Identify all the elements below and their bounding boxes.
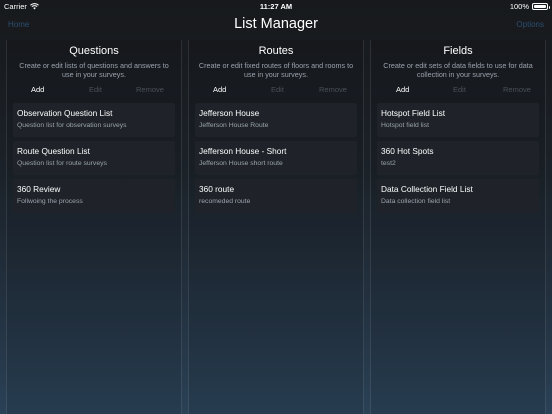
list-item[interactable]: Jefferson House Jefferson House Route [195,103,357,137]
panel-actions: Add Edit Remove [189,85,363,95]
list-item-title: Route Question List [17,146,90,156]
panel-actions: Add Edit Remove [371,85,545,95]
list-item-title: Jefferson House [199,108,260,118]
battery-fill [534,5,546,8]
status-bar: Carrier 11:27 AM 100% [0,0,552,12]
edit-button[interactable]: Edit [89,85,102,94]
panel-description: Create or edit sets of data fields to us… [383,61,533,79]
list-item[interactable]: Jefferson House - Short Jefferson House … [195,141,357,175]
route-list: Jefferson House Jefferson House Route Je… [195,103,357,217]
fields-panel: Fields Create or edit sets of data field… [370,40,546,414]
list-item[interactable]: 360 Review Follwoing the process [13,179,175,213]
remove-button[interactable]: Remove [319,85,347,94]
panel-description: Create or edit lists of questions and an… [19,61,169,79]
routes-panel: Routes Create or edit fixed routes of fl… [188,40,364,414]
question-list: Observation Question List Question list … [13,103,175,217]
list-item-title: 360 Review [17,184,61,194]
list-item-subtitle: Data collection field list [381,198,451,205]
battery-icon [532,3,550,10]
panel-description: Create or edit fixed routes of floors an… [198,61,354,79]
list-item-title: Data Collection Field List [381,184,473,194]
field-list: Hotspot Field List Hotspot field list 36… [377,103,539,217]
list-item-subtitle: Hotspot field list [381,122,429,129]
list-item-subtitle: recomeded route [199,198,251,205]
list-item-title: Jefferson House - Short [199,146,287,156]
list-item-title: 360 route [199,184,235,194]
panel-actions: Add Edit Remove [7,85,181,95]
edit-button[interactable]: Edit [271,85,284,94]
questions-panel: Questions Create or edit lists of questi… [6,40,182,414]
navigation-bar: Home List Manager Options [0,12,552,40]
list-item-title: 360 Hot Spots [381,146,434,156]
list-item-subtitle: Jefferson House short route [199,160,283,167]
panel-title: Questions [69,45,119,57]
add-button[interactable]: Add [396,85,409,94]
list-item-subtitle: Question list for route surveys [17,160,107,167]
list-item-subtitle: Question list for observation surveys [17,122,127,129]
remove-button[interactable]: Remove [136,85,164,94]
list-item[interactable]: Observation Question List Question list … [13,103,175,137]
add-button[interactable]: Add [31,85,44,94]
list-item-subtitle: Jefferson House Route [199,122,269,129]
edit-button[interactable]: Edit [453,85,466,94]
page-title: List Manager [234,16,318,32]
list-item-title: Hotspot Field List [381,108,446,118]
list-item-subtitle: Follwoing the process [17,198,83,205]
add-button[interactable]: Add [213,85,226,94]
list-item[interactable]: Hotspot Field List Hotspot field list [377,103,539,137]
list-item-subtitle: test2 [381,160,396,167]
list-item-title: Observation Question List [17,108,113,118]
panel-title: Fields [443,45,473,57]
battery-percent: 100% [509,2,529,11]
panel-title: Routes [258,45,294,57]
options-button[interactable]: Options [516,20,544,29]
list-item[interactable]: Data Collection Field List Data collecti… [377,179,539,213]
status-time: 11:27 AM [259,2,293,11]
list-item[interactable]: 360 route recomeded route [195,179,357,213]
remove-button[interactable]: Remove [503,85,531,94]
battery-info: 100% [509,2,550,11]
list-item[interactable]: Route Question List Question list for ro… [13,141,175,175]
list-item[interactable]: 360 Hot Spots test2 [377,141,539,175]
